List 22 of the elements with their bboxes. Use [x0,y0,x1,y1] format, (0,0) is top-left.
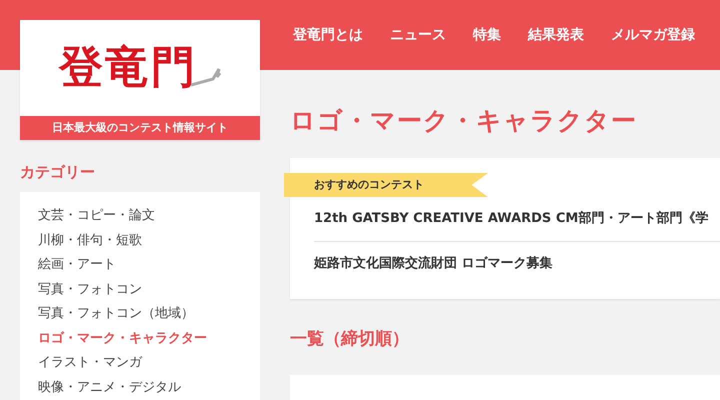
category-link[interactable]: ロゴ・マーク・キャラクター [38,326,260,351]
nav-link[interactable]: 特集 [473,26,501,44]
category-heading: カテゴリー [20,162,96,183]
category-link[interactable]: 写真・フォトコン [38,278,260,302]
ribbon-label: おすすめのコンテスト [284,173,488,197]
category-link[interactable]: イラスト・マンガ [38,351,260,376]
category-link[interactable]: 写真・フォトコン（地域） [38,302,260,326]
nav-link[interactable]: 登竜門とは [293,26,363,44]
nav-link[interactable]: 結果発表 [528,26,584,44]
category-link[interactable]: 川柳・俳句・短歌 [38,228,260,253]
contest-link[interactable]: 姫路市文化国際交流財団 ロゴマーク募集 [314,242,720,286]
contest-link[interactable]: 12th GATSBY CREATIVE AWARDS CM部門・アート部門《学 [314,197,720,241]
nav-link[interactable]: ニュース [390,26,446,44]
nav-link[interactable]: メルマガ登録 [611,26,695,44]
category-link[interactable]: 絵画・アート [38,253,260,278]
list-heading: 一覧（締切順） [290,328,410,351]
logo-text: 登竜門 [59,46,197,90]
category-link[interactable]: 文芸・コピー・論文 [38,204,260,228]
category-link[interactable]: 映像・アニメ・デジタル [38,376,260,400]
logo-card[interactable]: 登竜門 日本最大級のコンテスト情報サイト [20,20,260,140]
page-title: ロゴ・マーク・キャラクター [290,106,638,137]
site-tagline: 日本最大級のコンテスト情報サイト [20,116,260,140]
